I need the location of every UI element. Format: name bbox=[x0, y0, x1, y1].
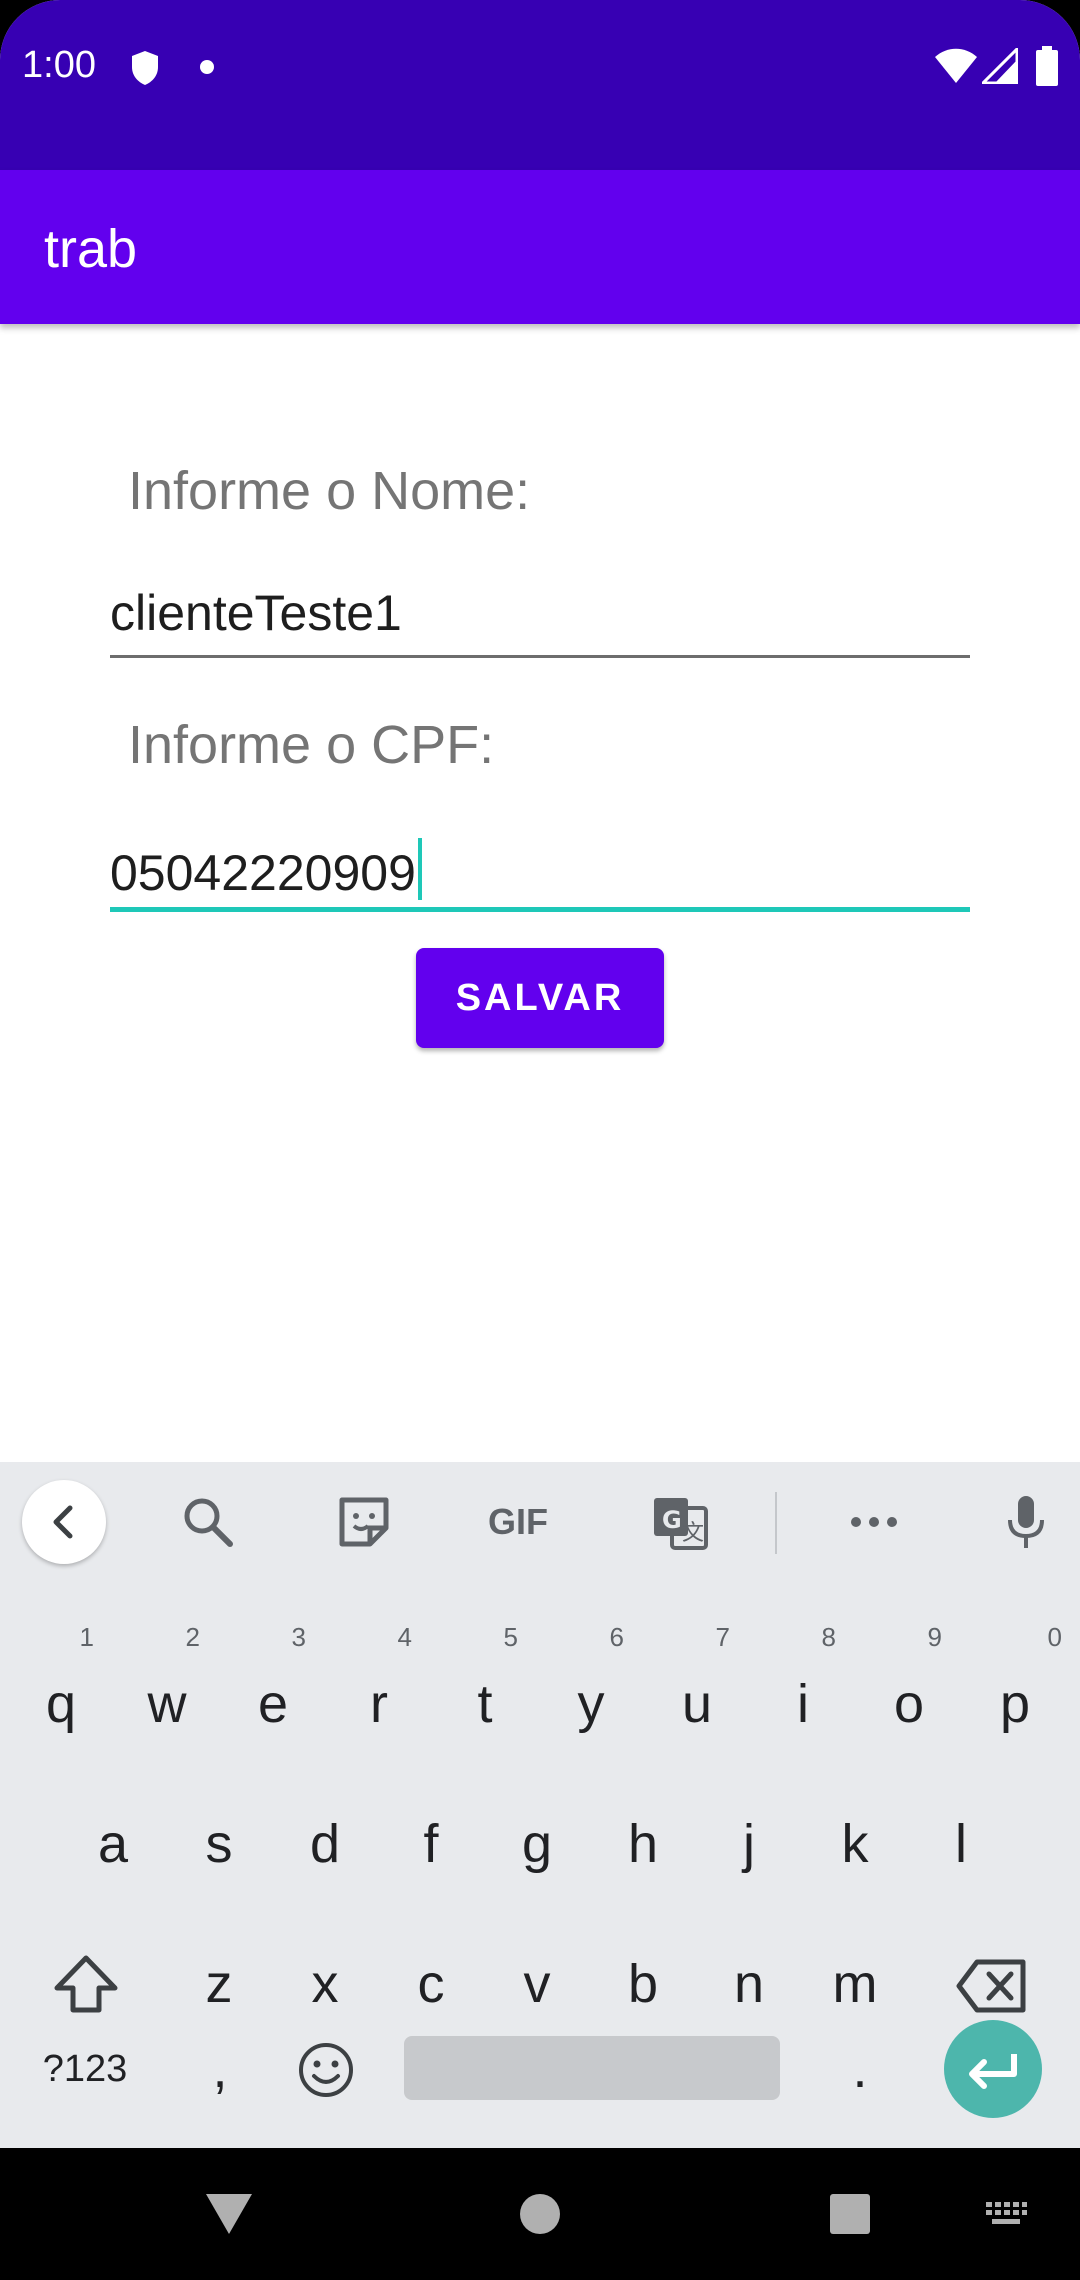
svg-text:G: G bbox=[662, 1506, 682, 1534]
key-e[interactable]: e3 bbox=[220, 1624, 326, 1774]
key-hint: 0 bbox=[1047, 1622, 1062, 1652]
home-circle-icon[interactable] bbox=[518, 2192, 562, 2236]
key-hint: 3 bbox=[291, 1622, 306, 1652]
emoji-key[interactable] bbox=[276, 2004, 376, 2134]
name-field[interactable]: clienteTeste1 bbox=[110, 570, 970, 658]
key-hint: 9 bbox=[927, 1622, 942, 1652]
name-label: Informe o Nome: bbox=[128, 461, 531, 521]
keyboard-collapse-button[interactable] bbox=[22, 1480, 106, 1564]
key-o[interactable]: o9 bbox=[856, 1624, 962, 1774]
key-i[interactable]: i8 bbox=[750, 1624, 856, 1774]
key-hint: 6 bbox=[609, 1622, 624, 1652]
app-screen: 1:00 trab Informe o Nome: clienteTeste1 … bbox=[0, 0, 1080, 2280]
key-l[interactable]: l bbox=[908, 1784, 1014, 1914]
name-field-value: clienteTeste1 bbox=[110, 585, 402, 641]
back-chevron-icon bbox=[53, 1505, 73, 1539]
back-triangle-icon[interactable] bbox=[204, 2192, 254, 2236]
shield-icon bbox=[132, 51, 158, 85]
period-key[interactable]: . bbox=[810, 2004, 910, 2134]
key-r[interactable]: r4 bbox=[326, 1624, 432, 1774]
key-c[interactable]: c bbox=[378, 1924, 484, 2054]
key-hint: 1 bbox=[79, 1622, 94, 1652]
app-title: trab bbox=[44, 219, 138, 279]
recents-square-icon[interactable] bbox=[828, 2192, 872, 2236]
search-icon[interactable] bbox=[178, 1492, 238, 1552]
key-q[interactable]: q1 bbox=[8, 1624, 114, 1774]
key-g[interactable]: g bbox=[484, 1784, 590, 1914]
key-hint: 5 bbox=[503, 1622, 518, 1652]
more-icon[interactable] bbox=[844, 1492, 904, 1552]
keyboard-switch-icon[interactable] bbox=[984, 2200, 1028, 2230]
save-button[interactable]: SALVAR bbox=[416, 948, 664, 1048]
keyboard-toolbar: GIF G 文 bbox=[0, 1462, 1080, 1584]
key-p[interactable]: p0 bbox=[962, 1624, 1068, 1774]
key-k[interactable]: k bbox=[802, 1784, 908, 1914]
key-j[interactable]: j bbox=[696, 1784, 802, 1914]
key-label: w bbox=[147, 1674, 187, 1734]
app-bar: trab bbox=[0, 170, 1080, 324]
cpf-field[interactable]: 05042220909 bbox=[110, 824, 970, 912]
notification-dot-icon bbox=[200, 60, 214, 74]
navigation-bar bbox=[0, 2148, 1080, 2280]
key-s[interactable]: s bbox=[166, 1784, 272, 1914]
signal-icon bbox=[982, 48, 1018, 84]
emoji-icon bbox=[299, 2043, 353, 2097]
status-bar: 1:00 bbox=[0, 0, 1080, 170]
key-v[interactable]: v bbox=[484, 1924, 590, 2054]
key-label: q bbox=[45, 1674, 77, 1734]
key-hint: 4 bbox=[397, 1622, 412, 1652]
cpf-label: Informe o CPF: bbox=[128, 715, 495, 775]
enter-icon bbox=[969, 2054, 1017, 2089]
svg-text:文: 文 bbox=[682, 1521, 704, 1546]
translate-icon[interactable]: G 文 bbox=[650, 1492, 710, 1552]
key-label: t bbox=[477, 1674, 493, 1734]
symbols-key[interactable]: ?123 bbox=[20, 2004, 150, 2134]
key-label: o bbox=[893, 1674, 925, 1734]
cpf-field-wrapper: 05042220909 bbox=[110, 838, 422, 902]
key-n[interactable]: n bbox=[696, 1924, 802, 2054]
key-label: p bbox=[999, 1674, 1031, 1734]
space-key[interactable] bbox=[404, 2036, 780, 2100]
key-a[interactable]: a bbox=[60, 1784, 166, 1914]
key-h[interactable]: h bbox=[590, 1784, 696, 1914]
key-label: e bbox=[257, 1674, 289, 1734]
backspace-icon bbox=[956, 1959, 1026, 2013]
gif-icon[interactable]: GIF bbox=[482, 1492, 554, 1552]
key-label: i bbox=[797, 1674, 809, 1734]
key-f[interactable]: f bbox=[378, 1784, 484, 1914]
enter-key[interactable] bbox=[944, 2020, 1042, 2118]
key-hint: 7 bbox=[715, 1622, 730, 1652]
key-t[interactable]: t5 bbox=[432, 1624, 538, 1774]
wifi-icon bbox=[935, 48, 977, 83]
cpf-field-value: 05042220909 bbox=[110, 845, 416, 901]
key-y[interactable]: y6 bbox=[538, 1624, 644, 1774]
key-label: u bbox=[681, 1674, 713, 1734]
sticker-icon[interactable] bbox=[334, 1492, 394, 1552]
keyboard: q1 w2 e3 r4 t5 y6 u7 i8 o9 p0 a s d f g … bbox=[0, 1584, 1080, 2148]
status-time: 1:00 bbox=[22, 44, 96, 86]
key-label: y bbox=[577, 1674, 605, 1734]
key-label: r bbox=[370, 1674, 388, 1734]
comma-key[interactable]: , bbox=[170, 2004, 270, 2134]
key-d[interactable]: d bbox=[272, 1784, 378, 1914]
mic-icon[interactable] bbox=[996, 1492, 1056, 1552]
key-hint: 2 bbox=[185, 1622, 200, 1652]
key-b[interactable]: b bbox=[590, 1924, 696, 2054]
key-u[interactable]: u7 bbox=[644, 1624, 750, 1774]
key-hint: 8 bbox=[821, 1622, 836, 1652]
toolbar-divider bbox=[775, 1492, 777, 1554]
text-cursor bbox=[417, 838, 422, 900]
key-w[interactable]: w2 bbox=[114, 1624, 220, 1774]
battery-icon bbox=[1036, 46, 1058, 86]
